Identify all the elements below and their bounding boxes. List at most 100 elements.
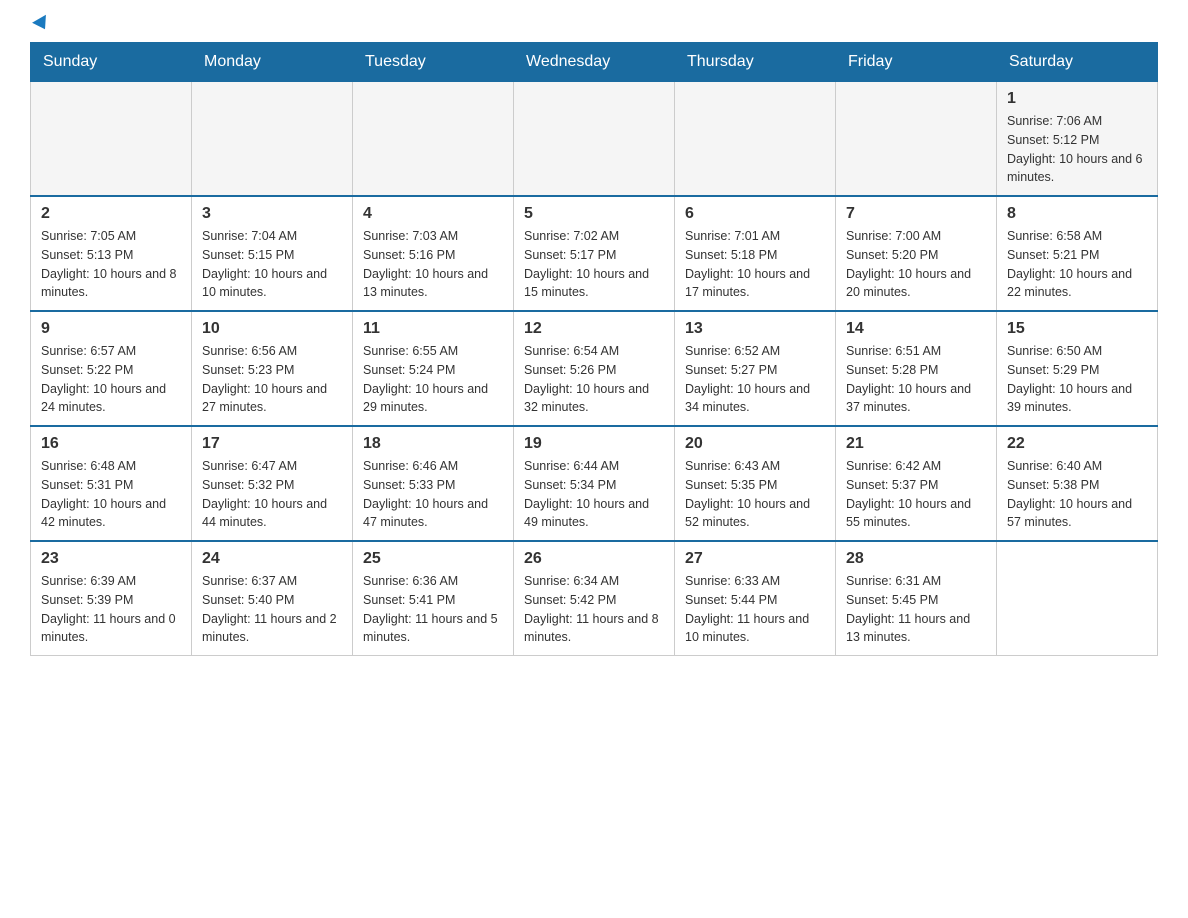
day-number: 8 [1007, 205, 1147, 223]
calendar-week-row: 2 Sunrise: 7:05 AMSunset: 5:13 PMDaylight… [31, 196, 1158, 311]
calendar-table: SundayMondayTuesdayWednesdayThursdayFrid… [30, 42, 1158, 656]
calendar-day: 8 Sunrise: 6:58 AMSunset: 5:21 PMDaylight… [997, 196, 1158, 311]
calendar-day: 26 Sunrise: 6:34 AMSunset: 5:42 PMDayligh… [514, 541, 675, 656]
day-number: 12 [524, 320, 664, 338]
calendar-day: 19 Sunrise: 6:44 AMSunset: 5:34 PMDayligh… [514, 426, 675, 541]
column-header-monday: Monday [192, 43, 353, 82]
calendar-day: 28 Sunrise: 6:31 AMSunset: 5:45 PMDayligh… [836, 541, 997, 656]
calendar-header-row: SundayMondayTuesdayWednesdayThursdayFrid… [31, 43, 1158, 82]
day-info: Sunrise: 6:42 AMSunset: 5:37 PMDaylight:… [846, 457, 986, 532]
day-number: 13 [685, 320, 825, 338]
calendar-week-row: 1 Sunrise: 7:06 AMSunset: 5:12 PMDaylight… [31, 82, 1158, 197]
calendar-day: 3 Sunrise: 7:04 AMSunset: 5:15 PMDaylight… [192, 196, 353, 311]
day-info: Sunrise: 7:04 AMSunset: 5:15 PMDaylight:… [202, 227, 342, 302]
day-number: 2 [41, 205, 181, 223]
day-info: Sunrise: 7:01 AMSunset: 5:18 PMDaylight:… [685, 227, 825, 302]
day-info: Sunrise: 6:31 AMSunset: 5:45 PMDaylight:… [846, 572, 986, 647]
day-info: Sunrise: 7:05 AMSunset: 5:13 PMDaylight:… [41, 227, 181, 302]
day-info: Sunrise: 7:06 AMSunset: 5:12 PMDaylight:… [1007, 112, 1147, 187]
calendar-day: 25 Sunrise: 6:36 AMSunset: 5:41 PMDayligh… [353, 541, 514, 656]
column-header-wednesday: Wednesday [514, 43, 675, 82]
column-header-tuesday: Tuesday [353, 43, 514, 82]
day-info: Sunrise: 6:43 AMSunset: 5:35 PMDaylight:… [685, 457, 825, 532]
calendar-day [675, 82, 836, 197]
calendar-day: 12 Sunrise: 6:54 AMSunset: 5:26 PMDayligh… [514, 311, 675, 426]
day-number: 26 [524, 550, 664, 568]
day-info: Sunrise: 6:55 AMSunset: 5:24 PMDaylight:… [363, 342, 503, 417]
day-number: 15 [1007, 320, 1147, 338]
calendar-day: 4 Sunrise: 7:03 AMSunset: 5:16 PMDaylight… [353, 196, 514, 311]
day-info: Sunrise: 6:39 AMSunset: 5:39 PMDaylight:… [41, 572, 181, 647]
calendar-day: 14 Sunrise: 6:51 AMSunset: 5:28 PMDayligh… [836, 311, 997, 426]
day-info: Sunrise: 6:44 AMSunset: 5:34 PMDaylight:… [524, 457, 664, 532]
calendar-day: 27Sunrise: 6:33 AMSunset: 5:44 PMDayligh… [675, 541, 836, 656]
calendar-day [192, 82, 353, 197]
page-header [30, 20, 1158, 32]
day-number: 7 [846, 205, 986, 223]
day-info: Sunrise: 6:50 AMSunset: 5:29 PMDaylight:… [1007, 342, 1147, 417]
day-number: 25 [363, 550, 503, 568]
calendar-day [514, 82, 675, 197]
logo-triangle-icon [32, 15, 52, 33]
day-number: 19 [524, 435, 664, 453]
day-info: Sunrise: 6:47 AMSunset: 5:32 PMDaylight:… [202, 457, 342, 532]
column-header-friday: Friday [836, 43, 997, 82]
day-info: Sunrise: 6:37 AMSunset: 5:40 PMDaylight:… [202, 572, 342, 647]
calendar-day: 21 Sunrise: 6:42 AMSunset: 5:37 PMDayligh… [836, 426, 997, 541]
day-info: Sunrise: 7:00 AMSunset: 5:20 PMDaylight:… [846, 227, 986, 302]
calendar-day: 10 Sunrise: 6:56 AMSunset: 5:23 PMDayligh… [192, 311, 353, 426]
calendar-day: 1 Sunrise: 7:06 AMSunset: 5:12 PMDaylight… [997, 82, 1158, 197]
day-number: 5 [524, 205, 664, 223]
calendar-day [836, 82, 997, 197]
day-number: 23 [41, 550, 181, 568]
day-number: 28 [846, 550, 986, 568]
column-header-saturday: Saturday [997, 43, 1158, 82]
column-header-thursday: Thursday [675, 43, 836, 82]
day-info: Sunrise: 7:03 AMSunset: 5:16 PMDaylight:… [363, 227, 503, 302]
day-info: Sunrise: 6:36 AMSunset: 5:41 PMDaylight:… [363, 572, 503, 647]
calendar-day: 24 Sunrise: 6:37 AMSunset: 5:40 PMDayligh… [192, 541, 353, 656]
day-number: 20 [685, 435, 825, 453]
logo [30, 20, 50, 32]
day-info: Sunrise: 6:48 AMSunset: 5:31 PMDaylight:… [41, 457, 181, 532]
day-info: Sunrise: 6:40 AMSunset: 5:38 PMDaylight:… [1007, 457, 1147, 532]
day-number: 22 [1007, 435, 1147, 453]
calendar-day: 11 Sunrise: 6:55 AMSunset: 5:24 PMDayligh… [353, 311, 514, 426]
day-number: 9 [41, 320, 181, 338]
day-number: 6 [685, 205, 825, 223]
day-number: 11 [363, 320, 503, 338]
calendar-week-row: 16 Sunrise: 6:48 AMSunset: 5:31 PMDayligh… [31, 426, 1158, 541]
day-number: 21 [846, 435, 986, 453]
calendar-day: 16 Sunrise: 6:48 AMSunset: 5:31 PMDayligh… [31, 426, 192, 541]
day-info: Sunrise: 6:54 AMSunset: 5:26 PMDaylight:… [524, 342, 664, 417]
day-number: 4 [363, 205, 503, 223]
calendar-day [31, 82, 192, 197]
day-info: Sunrise: 6:34 AMSunset: 5:42 PMDaylight:… [524, 572, 664, 647]
day-number: 24 [202, 550, 342, 568]
calendar-week-row: 23 Sunrise: 6:39 AMSunset: 5:39 PMDayligh… [31, 541, 1158, 656]
day-info: Sunrise: 6:58 AMSunset: 5:21 PMDaylight:… [1007, 227, 1147, 302]
calendar-day: 2 Sunrise: 7:05 AMSunset: 5:13 PMDaylight… [31, 196, 192, 311]
calendar-day: 18Sunrise: 6:46 AMSunset: 5:33 PMDayligh… [353, 426, 514, 541]
day-number: 3 [202, 205, 342, 223]
day-info: Sunrise: 6:46 AMSunset: 5:33 PMDaylight:… [363, 457, 503, 532]
day-number: 17 [202, 435, 342, 453]
calendar-day [997, 541, 1158, 656]
day-number: 1 [1007, 90, 1147, 108]
calendar-day: 7 Sunrise: 7:00 AMSunset: 5:20 PMDaylight… [836, 196, 997, 311]
day-info: Sunrise: 6:33 AMSunset: 5:44 PMDaylight:… [685, 572, 825, 647]
calendar-day: 23 Sunrise: 6:39 AMSunset: 5:39 PMDayligh… [31, 541, 192, 656]
calendar-day: 20 Sunrise: 6:43 AMSunset: 5:35 PMDayligh… [675, 426, 836, 541]
calendar-day [353, 82, 514, 197]
calendar-day: 5 Sunrise: 7:02 AMSunset: 5:17 PMDaylight… [514, 196, 675, 311]
day-info: Sunrise: 6:51 AMSunset: 5:28 PMDaylight:… [846, 342, 986, 417]
day-number: 10 [202, 320, 342, 338]
calendar-day: 13 Sunrise: 6:52 AMSunset: 5:27 PMDayligh… [675, 311, 836, 426]
day-number: 14 [846, 320, 986, 338]
day-info: Sunrise: 6:52 AMSunset: 5:27 PMDaylight:… [685, 342, 825, 417]
day-number: 16 [41, 435, 181, 453]
calendar-day: 22 Sunrise: 6:40 AMSunset: 5:38 PMDayligh… [997, 426, 1158, 541]
day-info: Sunrise: 7:02 AMSunset: 5:17 PMDaylight:… [524, 227, 664, 302]
calendar-week-row: 9Sunrise: 6:57 AMSunset: 5:22 PMDaylight… [31, 311, 1158, 426]
day-info: Sunrise: 6:56 AMSunset: 5:23 PMDaylight:… [202, 342, 342, 417]
